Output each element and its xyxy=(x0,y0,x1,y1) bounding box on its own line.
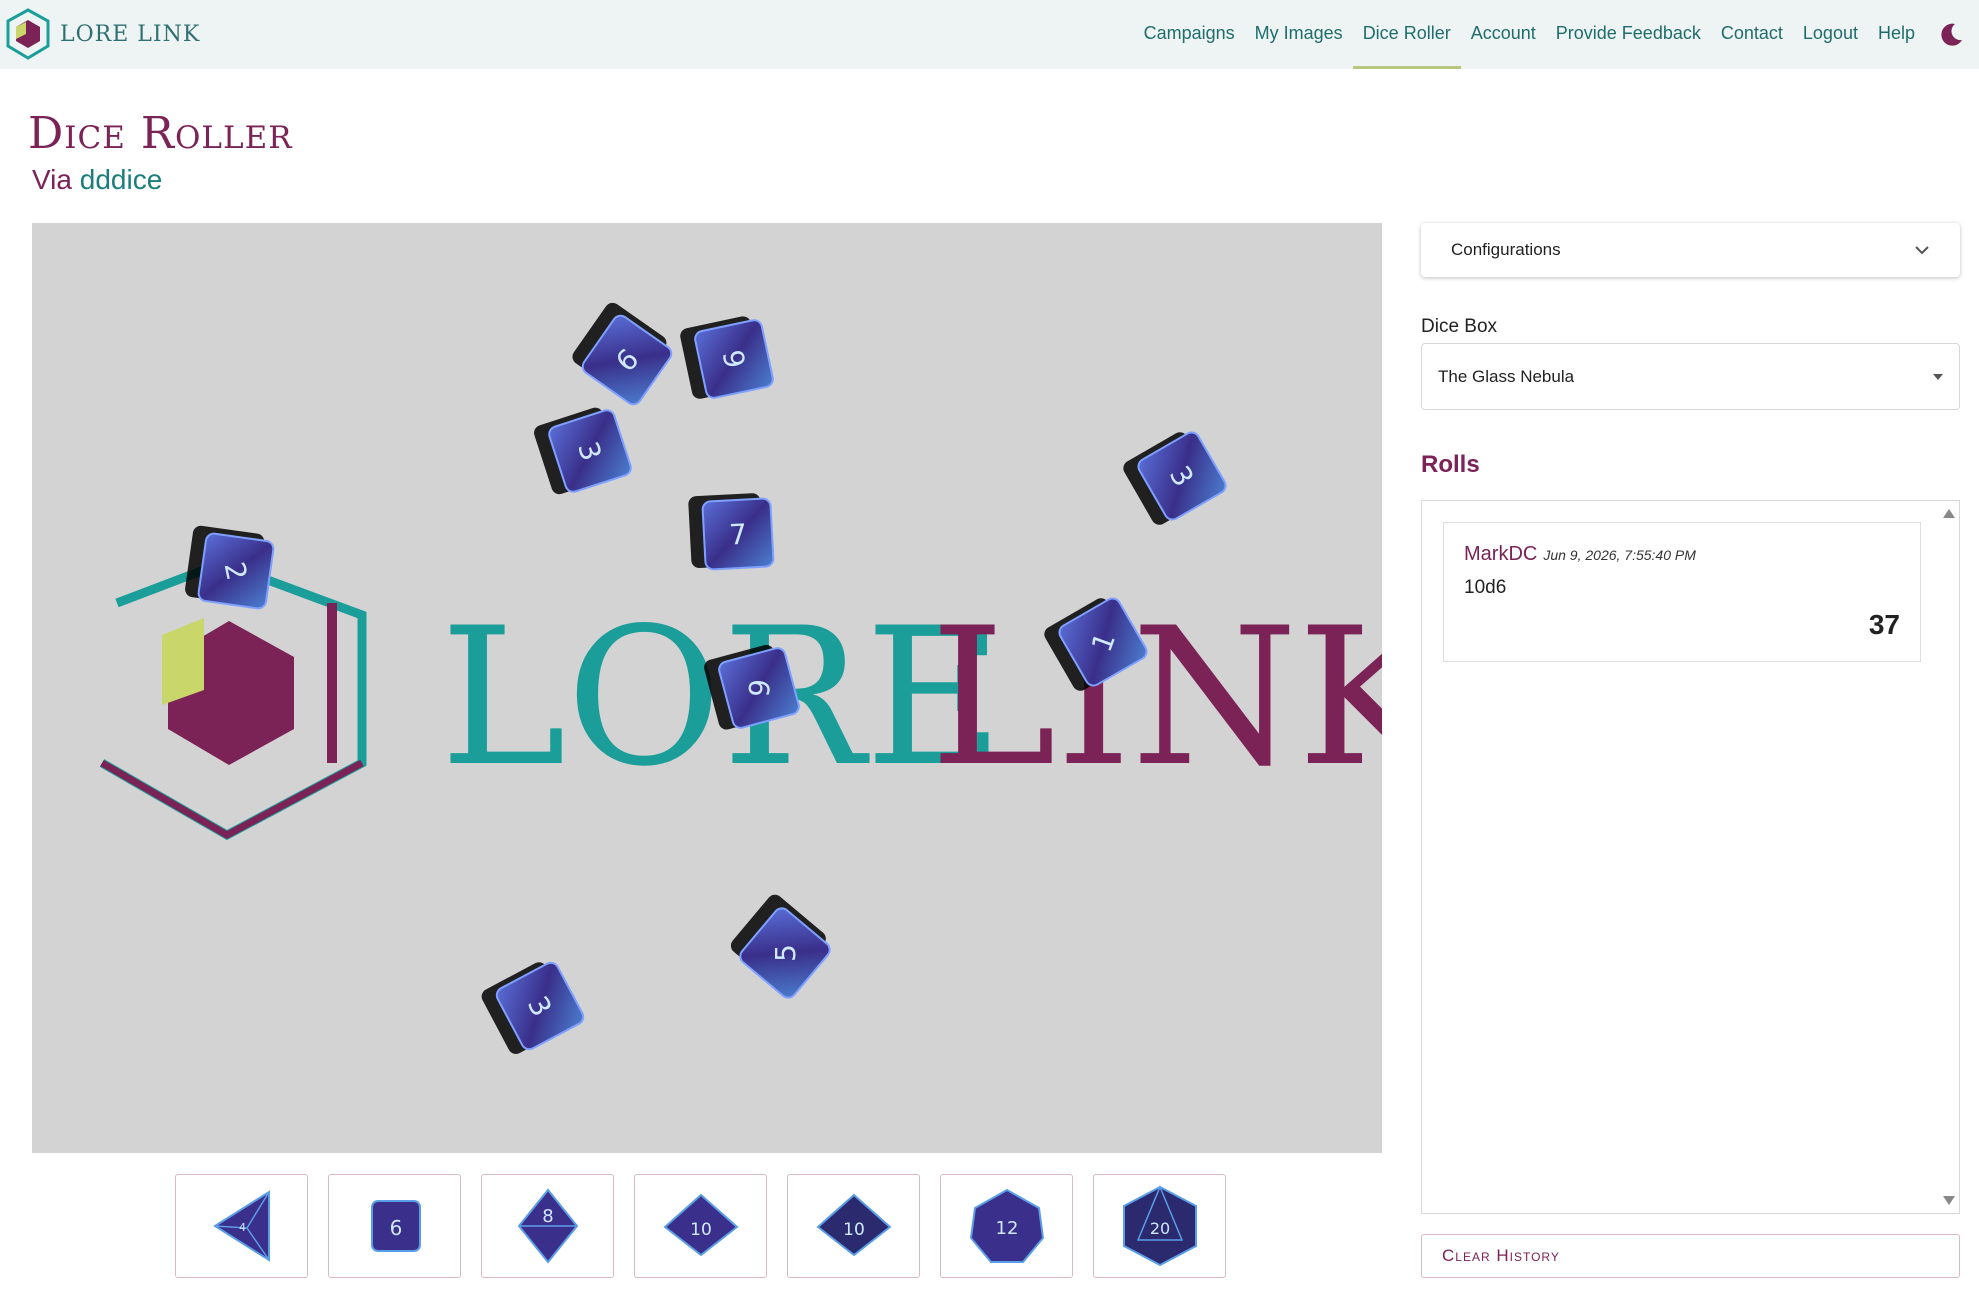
die-value: 6 xyxy=(741,678,775,699)
moon-icon[interactable] xyxy=(1937,21,1965,49)
die: 2 xyxy=(185,525,275,610)
d10-icon: 10 xyxy=(662,1193,739,1257)
d100-button[interactable]: 10 xyxy=(787,1174,920,1278)
die-type-buttons: 4 6 8 10 10 12 20 xyxy=(175,1174,1226,1278)
top-nav-bar: LORE LINK Campaigns My Images Dice Rolle… xyxy=(0,0,1979,69)
die: 9 xyxy=(680,316,774,399)
d20-face: 20 xyxy=(1149,1219,1169,1238)
lore-link-logo-icon xyxy=(6,8,50,60)
dddice-link[interactable]: dddice xyxy=(80,164,163,195)
page-title: Dice Roller xyxy=(28,108,293,159)
dropdown-arrow-icon xyxy=(1933,373,1943,380)
d6-button[interactable]: 6 xyxy=(328,1174,461,1278)
stage-svg: LORE LINK 6 9 3 7 2 xyxy=(99,302,1382,1054)
rolls-heading: Rolls xyxy=(1421,451,1480,478)
d4-icon: 4 xyxy=(212,1190,270,1262)
dice-box-selected-value: The Glass Nebula xyxy=(1438,366,1575,386)
nav-dice-roller[interactable]: Dice Roller xyxy=(1352,0,1461,69)
die-value: 5 xyxy=(769,944,802,962)
d6-icon: 6 xyxy=(370,1200,421,1252)
nav-account[interactable]: Account xyxy=(1461,0,1546,69)
die-value: 7 xyxy=(728,518,748,552)
d10-face: 10 xyxy=(690,1220,712,1240)
nav-help[interactable]: Help xyxy=(1868,0,1925,69)
clear-history-button[interactable]: Clear History xyxy=(1421,1234,1960,1278)
d10-button[interactable]: 10 xyxy=(634,1174,767,1278)
d20-button[interactable]: 20 xyxy=(1093,1174,1226,1278)
chevron-down-icon xyxy=(1915,246,1929,255)
nav-provide-feedback[interactable]: Provide Feedback xyxy=(1546,0,1711,69)
d8-button[interactable]: 8 xyxy=(481,1174,614,1278)
d20-icon: 20 xyxy=(1122,1185,1197,1267)
dice-box-label: Dice Box xyxy=(1421,316,1498,337)
nav-campaigns[interactable]: Campaigns xyxy=(1134,0,1245,69)
roll-total: 37 xyxy=(1868,609,1900,640)
die: 7 xyxy=(688,493,775,571)
brand-logo[interactable]: LORE LINK xyxy=(6,8,200,60)
page-subtitle: Via dddice xyxy=(32,164,162,196)
roll-user[interactable]: MarkDC xyxy=(1464,543,1537,565)
die: 3 xyxy=(1123,431,1227,525)
main-nav: Campaigns My Images Dice Roller Account … xyxy=(1134,0,1979,69)
d12-icon: 12 xyxy=(969,1188,1044,1263)
brand-name: LORE LINK xyxy=(60,21,201,47)
watermark-word-link: LINK xyxy=(930,587,1382,808)
die: 3 xyxy=(534,407,632,495)
die: 5 xyxy=(730,894,831,999)
nav-logout[interactable]: Logout xyxy=(1793,0,1868,69)
rolls-history-list[interactable]: MarkDC Jun 9, 2026, 7:55:40 PM 10d6 37 xyxy=(1421,500,1960,1214)
nav-my-images[interactable]: My Images xyxy=(1245,0,1353,69)
dice-roll-canvas[interactable]: LORE LINK 6 9 3 7 2 xyxy=(32,223,1382,1153)
d8-face: 8 xyxy=(542,1206,553,1227)
roll-timestamp: Jun 9, 2026, 7:55:40 PM xyxy=(1543,547,1696,563)
die: 3 xyxy=(481,961,585,1054)
d4-button[interactable]: 4 xyxy=(175,1174,308,1278)
die: 6 xyxy=(572,302,673,406)
d12-button[interactable]: 12 xyxy=(940,1174,1073,1278)
roll-entry: MarkDC Jun 9, 2026, 7:55:40 PM 10d6 37 xyxy=(1443,522,1921,662)
subtitle-prefix: Via xyxy=(32,164,72,195)
d6-face: 6 xyxy=(389,1216,402,1240)
dice-box-select[interactable]: The Glass Nebula xyxy=(1421,343,1960,410)
d100-face: 10 xyxy=(843,1220,865,1240)
d4-face: 4 xyxy=(239,1221,246,1234)
d100-icon: 10 xyxy=(815,1193,892,1257)
d8-icon: 8 xyxy=(517,1188,578,1264)
scroll-up-arrow-icon[interactable] xyxy=(1943,509,1955,518)
roll-header: MarkDC Jun 9, 2026, 7:55:40 PM xyxy=(1464,543,1696,566)
scroll-down-arrow-icon[interactable] xyxy=(1943,1196,1955,1205)
nav-contact[interactable]: Contact xyxy=(1711,0,1793,69)
roll-formula: 10d6 xyxy=(1464,577,1507,598)
configurations-accordion[interactable]: Configurations xyxy=(1421,223,1960,277)
d12-face: 12 xyxy=(995,1218,1018,1239)
rolls-scrollbar[interactable] xyxy=(1941,501,1959,1213)
configurations-label: Configurations xyxy=(1451,240,1561,259)
